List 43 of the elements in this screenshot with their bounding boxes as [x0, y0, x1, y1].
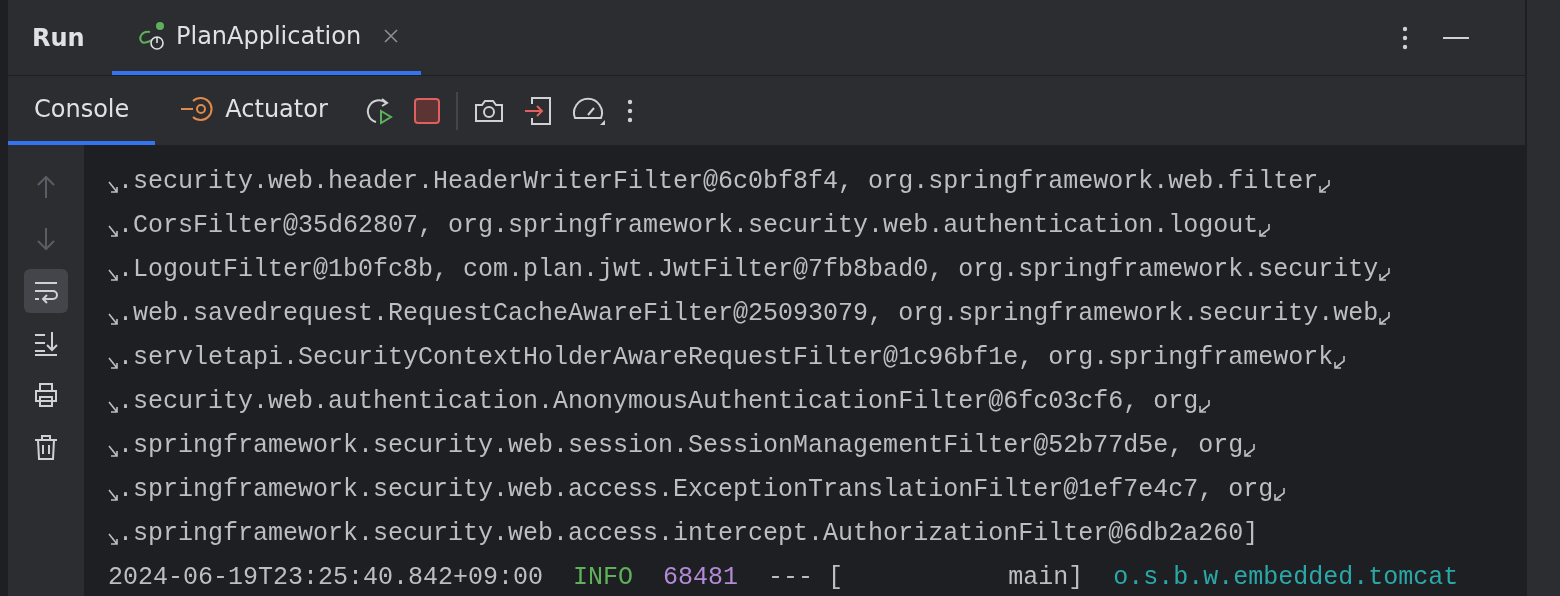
log-text: .CorsFilter@35d62807, org.springframework.security.web.authentication.logout [118, 210, 1259, 240]
panel-title: Run [32, 23, 86, 52]
wrap-end-icon [1333, 355, 1346, 369]
log-text: .servletapi.SecurityContextHolderAwareRequestFilter@1c96bf1e, org.springframework [118, 342, 1334, 372]
close-icon[interactable] [383, 27, 400, 44]
wrap-start-icon [108, 357, 118, 369]
wrap-start-icon [108, 269, 118, 281]
wrap-end-icon [1258, 223, 1271, 237]
log-text: .springframework.security.web.session.SessionManagementFilter@52b77d5e, org [118, 430, 1244, 460]
process-id: 68481 [663, 562, 739, 592]
log-text: .security.web.header.HeaderWriterFilter@6c0bf8f4, org.springframework.web.filter [118, 166, 1319, 196]
log-text: --- [ main] [768, 562, 1084, 592]
wrap-start-icon [108, 401, 118, 413]
wrap-end-icon [1318, 179, 1331, 193]
gauge-icon[interactable] [571, 95, 606, 126]
log-level: INFO [573, 562, 634, 592]
wrap-start-icon [108, 181, 118, 193]
stop-icon[interactable] [413, 97, 440, 124]
wrap-start-icon [108, 533, 118, 545]
log-text: .security.web.authentication.AnonymousAuthenticationFilter@6fc03cf6, org [118, 386, 1199, 416]
log-text: 2024-06-19T23:25:40.842+09:00 [108, 562, 544, 592]
soft-wrap-icon[interactable] [24, 269, 68, 313]
exit-icon[interactable] [523, 95, 552, 126]
wrap-start-icon [108, 313, 118, 325]
wrap-start-icon [108, 225, 118, 237]
log-text: .springframework.security.web.access.intercept.AuthorizationFilter@6db2a260] [118, 518, 1259, 548]
wrap-end-icon [1378, 311, 1391, 325]
wrap-end-icon [1378, 267, 1391, 281]
wrap-end-icon [1243, 443, 1256, 457]
wrap-start-icon [108, 489, 118, 501]
camera-icon[interactable] [473, 97, 504, 124]
wrap-start-icon [108, 445, 118, 457]
logger-name: o.s.b.w.embedded.tomcat [1113, 562, 1459, 592]
more-icon[interactable] [625, 97, 634, 124]
wrap-end-icon [1273, 487, 1286, 501]
console-tab[interactable]: Actuator [155, 76, 354, 145]
actuator-icon [181, 95, 214, 122]
log-text: .springframework.security.web.access.ExceptionTranslationFilter@1ef7e4c7, org [118, 474, 1274, 504]
log-text: .LogoutFilter@1b0fc8b, com.plan.jwt.JwtFilter@7fb8bad0, org.springframework.security [118, 254, 1379, 284]
wrap-end-icon [1198, 399, 1211, 413]
more-icon[interactable] [1401, 24, 1409, 51]
log-text: .web.savedrequest.RequestCacheAwareFilter@25093079, org.springframework.security.web [118, 298, 1379, 328]
run-tab[interactable]: PlanApplication [112, 0, 422, 75]
